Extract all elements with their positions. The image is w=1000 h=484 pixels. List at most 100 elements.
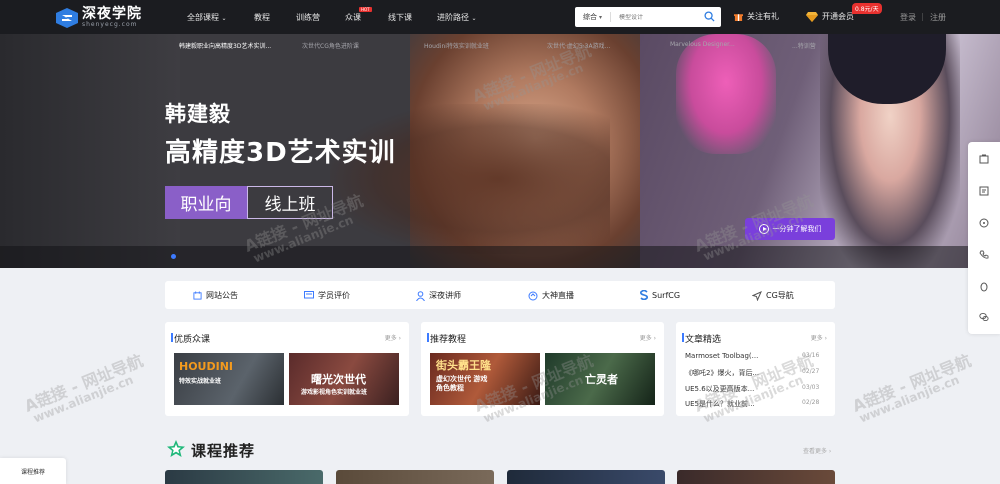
carousel-item[interactable]: ...特训营 bbox=[792, 41, 816, 50]
article-date: 02/27 bbox=[802, 368, 820, 375]
nav-tutorials[interactable]: 教程 bbox=[254, 12, 270, 23]
course-thumbnail[interactable]: 街头霸王隆 虚幻次世代 游戏角色教程 bbox=[430, 353, 540, 405]
nav-crowd-course[interactable]: 众课 HOT bbox=[345, 7, 372, 23]
feature-live[interactable]: 大神直播 bbox=[528, 290, 574, 301]
chevron-down-icon: ▾ bbox=[599, 13, 603, 21]
nav-all-courses[interactable]: 全部课程 ⌄ bbox=[187, 12, 227, 23]
article-date: 02/28 bbox=[802, 399, 820, 406]
course-thumbnail[interactable]: HOUDINI 特效实战就业班 bbox=[174, 353, 284, 405]
course-card[interactable] bbox=[165, 470, 323, 484]
more-link[interactable]: 更多 › bbox=[640, 333, 656, 342]
nav-offline[interactable]: 线下课 bbox=[388, 12, 412, 23]
follow-gift-link[interactable]: 关注有礼 bbox=[734, 11, 779, 22]
watermark-text: A链接 - 网址导航 bbox=[849, 350, 974, 416]
view-more-link[interactable]: 查看更多 › bbox=[803, 446, 831, 455]
banner-artwork-pink-hair bbox=[676, 34, 776, 154]
logo-name: 深夜学院 bbox=[82, 6, 142, 22]
site-logo[interactable]: 深夜学院 shenyecg.com bbox=[56, 7, 142, 28]
vip-price-badge: 0.8元/天 bbox=[852, 3, 882, 14]
learn-about-us-button[interactable]: 一分钟了解我们 bbox=[745, 218, 835, 240]
banner-title: 高精度3D艺术实训 bbox=[165, 138, 396, 168]
chevron-down-icon: ⌄ bbox=[221, 15, 227, 22]
nav-label: 全部课程 bbox=[187, 13, 219, 22]
nav-label: 众课 bbox=[345, 13, 361, 22]
feature-label: 大神直播 bbox=[542, 291, 574, 300]
review-icon bbox=[304, 291, 314, 299]
feature-surfcg[interactable]: SurfCG bbox=[640, 290, 680, 300]
vip-label: 开通会员 bbox=[822, 12, 854, 21]
search-input[interactable] bbox=[619, 13, 690, 21]
banner-instructor-name: 韩建毅 bbox=[165, 102, 231, 126]
register-link[interactable]: 注册 bbox=[930, 12, 946, 23]
thumb-title: 亡灵者 bbox=[585, 373, 618, 386]
search-icon[interactable] bbox=[704, 11, 715, 22]
thumb-subtitle: 特效实战就业班 bbox=[179, 378, 222, 385]
card-title: 推荐教程 bbox=[426, 332, 466, 345]
card-title: 优质众课 bbox=[170, 332, 210, 345]
carousel-item[interactable]: Marvelous Designer... bbox=[670, 41, 735, 48]
live-icon bbox=[528, 291, 538, 300]
logo-icon bbox=[56, 7, 78, 28]
surfcg-icon bbox=[640, 290, 648, 300]
article-date: 03/03 bbox=[802, 384, 820, 391]
feature-label: SurfCG bbox=[652, 290, 681, 300]
divider: | bbox=[921, 12, 924, 21]
wechat-icon[interactable] bbox=[979, 312, 989, 322]
card-quality-crowd-courses: 优质众课 更多 › HOUDINI 特效实战就业班 曙光次世代 游戏影视角色实训… bbox=[165, 322, 409, 416]
carousel-item[interactable]: 韩建毅职业向高精度3D艺术实训... bbox=[179, 41, 271, 50]
logo-sub: shenyecg.com bbox=[82, 21, 138, 28]
course-thumbnail[interactable]: 亡灵者 bbox=[545, 353, 655, 405]
divider bbox=[610, 12, 612, 22]
thumb-title: HOUDINI bbox=[179, 360, 234, 373]
thumb-title: 街头霸王隆 bbox=[436, 359, 491, 372]
feature-label: 网站公告 bbox=[206, 291, 238, 300]
course-recommend-float-tab[interactable]: 课程推荐 bbox=[0, 458, 66, 484]
hero-banner[interactable]: 韩建毅 高精度3D艺术实训 职业向 线上班 一分钟了解我们 韩建毅职业向高精度3… bbox=[0, 34, 1000, 268]
feature-cg-nav[interactable]: CG导航 bbox=[752, 290, 794, 301]
qq-icon[interactable] bbox=[979, 282, 989, 292]
more-link[interactable]: 更多 › bbox=[811, 333, 827, 342]
feature-bar: 网站公告 学员评价 深夜讲师 大神直播 SurfCG CG导航 bbox=[165, 281, 835, 309]
search-category[interactable]: 综合 bbox=[583, 12, 597, 22]
card-recommended-tutorials: 推荐教程 更多 › 街头霸王隆 虚幻次世代 游戏角色教程 亡灵者 bbox=[421, 322, 664, 416]
carousel-item[interactable]: 次世代CG角色进阶课 bbox=[302, 41, 359, 50]
feature-reviews[interactable]: 学员评价 bbox=[304, 290, 350, 301]
section-title: 课程推荐 bbox=[191, 442, 256, 460]
watermark-url: www.alianjie.cn bbox=[857, 372, 962, 426]
gift-icon bbox=[734, 14, 743, 21]
article-title: UE5是什么？就业前... bbox=[685, 400, 755, 408]
nav-advanced-path[interactable]: 进阶路径 ⌄ bbox=[437, 12, 477, 23]
more-link[interactable]: 更多 › bbox=[385, 333, 401, 342]
history-icon[interactable] bbox=[979, 154, 989, 164]
banner-tag-career: 职业向 bbox=[165, 186, 247, 219]
search-box: 综合 ▾ bbox=[575, 7, 721, 27]
feature-announcement[interactable]: 网站公告 bbox=[193, 290, 238, 301]
watermark-text: A链接 - 网址导航 bbox=[21, 350, 146, 416]
article-title: UE5.6以及更高版本... bbox=[685, 385, 755, 393]
banner-artwork-hair bbox=[330, 104, 610, 254]
feature-label: CG导航 bbox=[766, 291, 794, 300]
course-card[interactable] bbox=[507, 470, 665, 484]
watermark-url: www.alianjie.cn bbox=[31, 372, 136, 426]
feedback-icon[interactable] bbox=[979, 186, 989, 196]
course-thumbnail[interactable]: 曙光次世代 游戏影视角色实训就业班 bbox=[289, 353, 399, 405]
follow-label: 关注有礼 bbox=[747, 12, 779, 21]
service-icon[interactable] bbox=[979, 218, 989, 228]
top-navbar: 深夜学院 shenyecg.com 全部课程 ⌄ 教程 训练营 众课 HOT 线… bbox=[0, 0, 1000, 34]
open-vip-link[interactable]: 开通会员 bbox=[806, 11, 854, 22]
diamond-icon bbox=[806, 11, 818, 22]
phone-icon[interactable] bbox=[979, 250, 989, 260]
course-card[interactable] bbox=[677, 470, 835, 484]
carousel-item[interactable]: 次世代·虚幻5·3A游戏... bbox=[547, 41, 610, 50]
article-title: 《哪吒2》爆火，背后... bbox=[685, 369, 760, 377]
chevron-down-icon: ⌄ bbox=[471, 15, 477, 22]
active-dot-icon bbox=[171, 254, 176, 259]
login-link[interactable]: 登录 bbox=[900, 12, 916, 23]
nav-bootcamp[interactable]: 训练营 bbox=[296, 12, 320, 23]
card-featured-articles: 文章精选 更多 › Marmoset Toolbag(... 03/16 《哪吒… bbox=[676, 322, 835, 416]
carousel-item[interactable]: Houdini特效实训就业班 bbox=[424, 41, 489, 50]
course-card[interactable] bbox=[336, 470, 494, 484]
thumb-title: 曙光次世代 bbox=[311, 373, 366, 386]
feature-teachers[interactable]: 深夜讲师 bbox=[416, 290, 461, 301]
thumb-subtitle: 虚幻次世代 游戏角色教程 bbox=[436, 375, 488, 393]
